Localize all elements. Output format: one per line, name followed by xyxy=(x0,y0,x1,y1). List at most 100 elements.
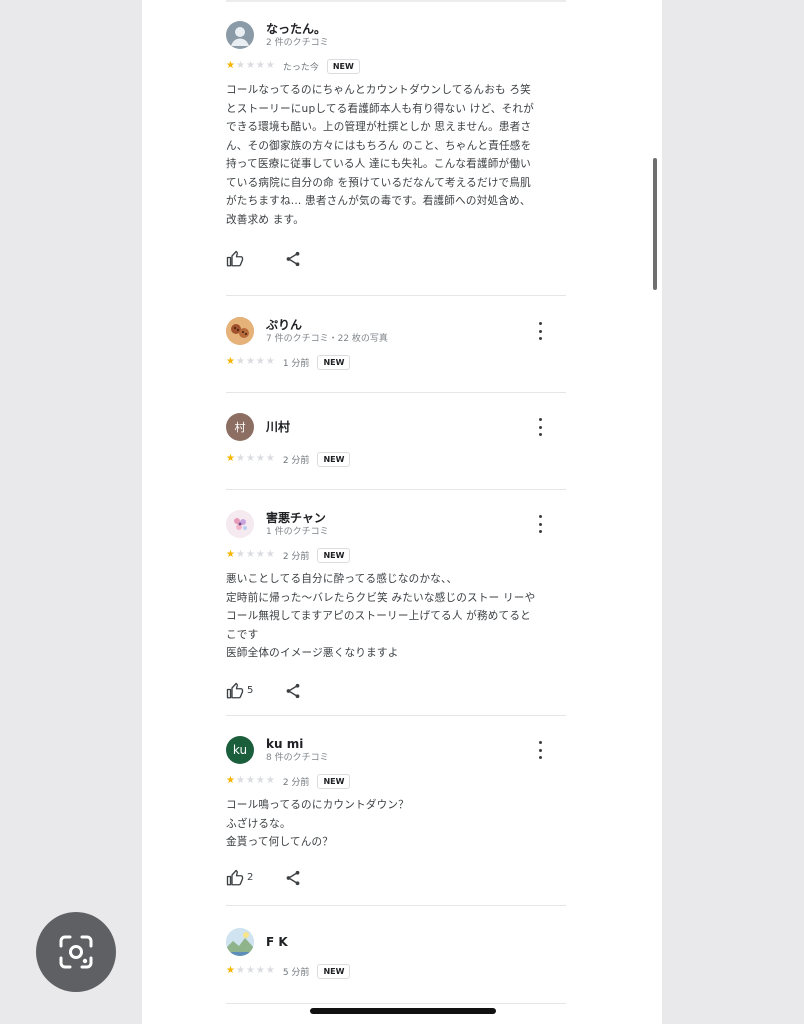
more-vert-icon[interactable] xyxy=(534,418,546,436)
thumb-up-icon xyxy=(226,682,244,698)
star-rating: ★ ★ ★ ★ ★ xyxy=(226,454,275,464)
review-meta: ★ ★ ★ ★ ★ 5 分前 NEW xyxy=(226,961,566,981)
star-icon: ★ xyxy=(226,453,235,464)
more-vert-icon[interactable] xyxy=(534,741,546,759)
reviewer-name[interactable]: ぷりん xyxy=(266,318,388,333)
review-card: ku ku mi 8 件のクチコミ ★ ★ ★ ★ ★ 2 分前 NEW コール鳴ってる… xyxy=(226,733,566,890)
review-card: ぷりん 7 件のクチコミ・22 枚の写真 ★ ★ ★ ★ ★ 1 分前 NEW xyxy=(226,314,566,372)
avatar[interactable] xyxy=(226,317,254,345)
star-icon: ★ xyxy=(245,775,255,786)
star-icon: ★ xyxy=(226,549,235,560)
home-indicator[interactable] xyxy=(310,1008,496,1014)
star-icon: ★ xyxy=(245,549,255,560)
share-icon xyxy=(286,870,300,885)
review-time: 5 分前 xyxy=(282,967,310,978)
reviewer-name[interactable]: ku mi xyxy=(266,737,329,752)
reviewer-name[interactable]: なったん。 xyxy=(266,22,329,37)
review-divider xyxy=(226,1003,566,1004)
thumb-up-icon xyxy=(226,250,244,267)
review-header: なったん。 2 件のクチコミ xyxy=(226,18,566,52)
new-badge: NEW xyxy=(326,58,360,74)
reviewer-stats: 1 件のクチコミ xyxy=(266,526,329,537)
star-icon: ★ xyxy=(255,965,265,976)
avatar[interactable]: ku xyxy=(226,736,254,764)
review-meta: ★ ★ ★ ★ ★ たった今 NEW xyxy=(226,56,566,76)
review-header: 村 川村 xyxy=(226,410,566,444)
reviewer-stats: 2 件のクチコミ xyxy=(266,37,329,48)
phone-screen: なったん。 2 件のクチコミ ★ ★ ★ ★ ★ たった今 NEW コールなってるのにち… xyxy=(142,0,662,1024)
star-icon: ★ xyxy=(226,60,235,71)
avatar[interactable] xyxy=(226,21,254,49)
share-icon xyxy=(286,251,300,267)
review-card: なったん。 2 件のクチコミ ★ ★ ★ ★ ★ たった今 NEW コールなってるのにち… xyxy=(226,18,566,271)
avatar[interactable] xyxy=(226,510,254,538)
review-header: ku ku mi 8 件のクチコミ xyxy=(226,733,566,767)
avatar-letter: 村 xyxy=(234,421,246,434)
lens-button[interactable] xyxy=(36,912,116,992)
like-button[interactable]: 5 xyxy=(226,682,284,700)
thumb-up-icon xyxy=(226,869,244,885)
review-meta: ★ ★ ★ ★ ★ 2 分前 NEW xyxy=(226,449,566,469)
review-card: F K ★ ★ ★ ★ ★ 5 分前 NEW xyxy=(226,925,566,981)
avatar-letter: ku xyxy=(232,743,248,757)
avatar[interactable] xyxy=(226,928,254,956)
review-divider xyxy=(226,715,566,716)
star-rating: ★ ★ ★ ★ ★ xyxy=(226,776,275,786)
star-icon: ★ xyxy=(265,965,275,976)
new-badge: NEW xyxy=(317,547,351,563)
star-icon: ★ xyxy=(226,965,235,976)
star-icon: ★ xyxy=(235,775,245,786)
star-icon: ★ xyxy=(265,775,275,786)
review-actions: 5 xyxy=(226,679,566,703)
share-button[interactable] xyxy=(284,682,302,700)
star-icon: ★ xyxy=(245,453,255,464)
share-button[interactable] xyxy=(284,250,302,268)
star-icon: ★ xyxy=(235,60,245,71)
review-actions: 2 xyxy=(226,866,566,890)
more-vert-icon[interactable] xyxy=(534,322,546,340)
review-text: コール鳴ってるのにカウントダウン？ ふざけるな。 金貰って何してんの？ xyxy=(226,799,409,848)
star-icon: ★ xyxy=(245,60,255,71)
new-badge: NEW xyxy=(317,451,351,467)
more-vert-icon[interactable] xyxy=(534,515,546,533)
scrollbar[interactable] xyxy=(653,158,657,290)
review-text: コールなってるのにちゃんとカウントダウンしてるんおも ろ笑 とストーリーにupし… xyxy=(226,84,534,226)
review-divider xyxy=(226,905,566,906)
review-time: 1 分前 xyxy=(282,358,310,369)
star-icon: ★ xyxy=(255,60,265,71)
reviewer-stats: 8 件のクチコミ xyxy=(266,752,329,763)
review-meta: ★ ★ ★ ★ ★ 1 分前 NEW xyxy=(226,352,566,372)
star-rating: ★ ★ ★ ★ ★ xyxy=(226,357,275,367)
share-icon xyxy=(286,683,300,698)
review-meta: ★ ★ ★ ★ ★ 2 分前 NEW xyxy=(226,771,566,791)
review-divider xyxy=(226,295,566,296)
star-icon: ★ xyxy=(255,549,265,560)
review-text: 悪いことしてる自分に酔ってる感じなのかな、、 定時前に帰った〜バレたらクビ笑 み… xyxy=(226,573,536,659)
star-icon: ★ xyxy=(226,356,235,367)
share-button[interactable] xyxy=(284,869,302,887)
star-icon: ★ xyxy=(255,775,265,786)
reviewer-stats: 7 件のクチコミ・22 枚の写真 xyxy=(266,333,388,344)
review-actions xyxy=(226,247,566,271)
new-badge: NEW xyxy=(317,354,351,370)
star-icon: ★ xyxy=(255,453,265,464)
star-icon: ★ xyxy=(235,356,245,367)
like-button[interactable]: 2 xyxy=(226,869,284,887)
star-icon: ★ xyxy=(265,356,275,367)
reviewer-name[interactable]: 害悪チャン xyxy=(266,511,329,526)
star-icon: ★ xyxy=(265,453,275,464)
star-rating: ★ ★ ★ ★ ★ xyxy=(226,966,275,976)
star-icon: ★ xyxy=(226,775,235,786)
review-header: ぷりん 7 件のクチコミ・22 枚の写真 xyxy=(226,314,566,348)
review-header: 害悪チャン 1 件のクチコミ xyxy=(226,507,566,541)
star-icon: ★ xyxy=(235,549,245,560)
star-icon: ★ xyxy=(235,965,245,976)
reviewer-name[interactable]: 川村 xyxy=(266,420,290,435)
like-button[interactable] xyxy=(226,250,284,268)
flower-photo-icon xyxy=(226,510,254,538)
review-time: 2 分前 xyxy=(282,455,310,466)
star-icon: ★ xyxy=(265,549,275,560)
reviewer-name[interactable]: F K xyxy=(266,935,288,950)
avatar[interactable]: 村 xyxy=(226,413,254,441)
star-icon: ★ xyxy=(245,965,255,976)
